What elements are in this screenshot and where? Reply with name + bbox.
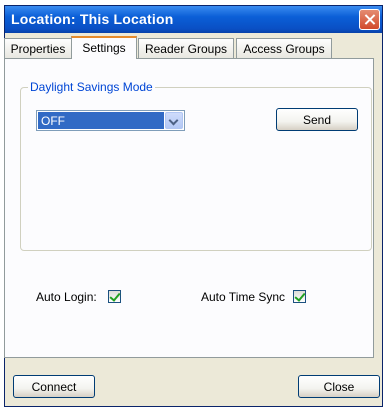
close-icon[interactable] [359, 9, 380, 30]
tab-access-groups[interactable]: Access Groups [236, 38, 332, 58]
chevron-down-icon[interactable] [165, 112, 183, 129]
daylight-mode-value: OFF [38, 112, 164, 129]
title-bar[interactable]: Location: This Location [5, 6, 382, 33]
tab-reader-groups[interactable]: Reader Groups [138, 38, 234, 58]
close-button[interactable]: Close [298, 375, 380, 398]
auto-login-label: Auto Login: [36, 290, 97, 304]
auto-login-checkbox[interactable] [108, 290, 121, 303]
auto-time-sync-label: Auto Time Sync [201, 290, 286, 304]
window-title: Location: This Location [11, 11, 174, 27]
tab-settings[interactable]: Settings [71, 36, 137, 59]
daylight-mode-select[interactable]: OFF [36, 110, 185, 131]
auto-time-sync-checkbox[interactable] [293, 290, 306, 303]
tab-properties[interactable]: Properties [4, 38, 72, 58]
daylight-group-label: Daylight Savings Mode [28, 80, 155, 94]
connect-button[interactable]: Connect [13, 375, 95, 398]
send-button[interactable]: Send [276, 108, 358, 131]
